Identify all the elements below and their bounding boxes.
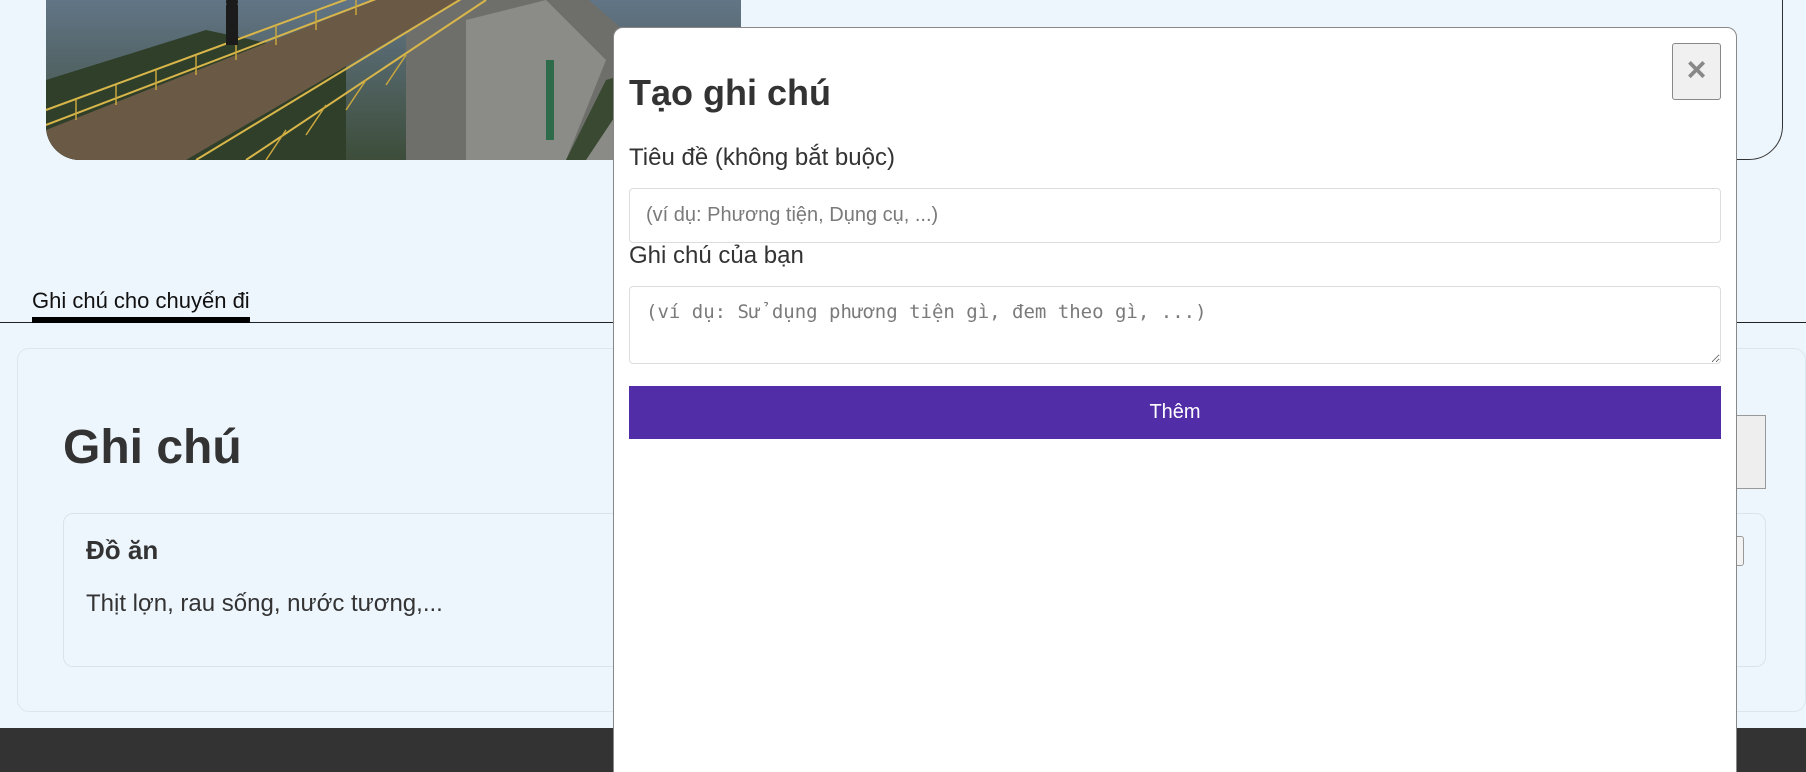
page: Ghi chú cho chuyến đi Ghi chú Đồ ăn Thịt… (0, 0, 1806, 772)
title-field-label: Tiêu đề (không bắt buộc) (629, 144, 895, 171)
note-body: Thịt lợn, rau sống, nước tương,... (86, 590, 443, 617)
close-icon[interactable]: × (1672, 43, 1721, 100)
note-title-input[interactable] (629, 188, 1721, 243)
note-title: Đồ ăn (86, 535, 159, 565)
note-content-textarea[interactable] (629, 286, 1721, 364)
modal-title: Tạo ghi chú (629, 72, 831, 113)
tab-trip-notes[interactable]: Ghi chú cho chuyến đi (32, 288, 250, 323)
note-field-label: Ghi chú của bạn (629, 242, 804, 269)
add-button[interactable]: Thêm (629, 386, 1721, 439)
notes-heading: Ghi chú (63, 421, 242, 474)
